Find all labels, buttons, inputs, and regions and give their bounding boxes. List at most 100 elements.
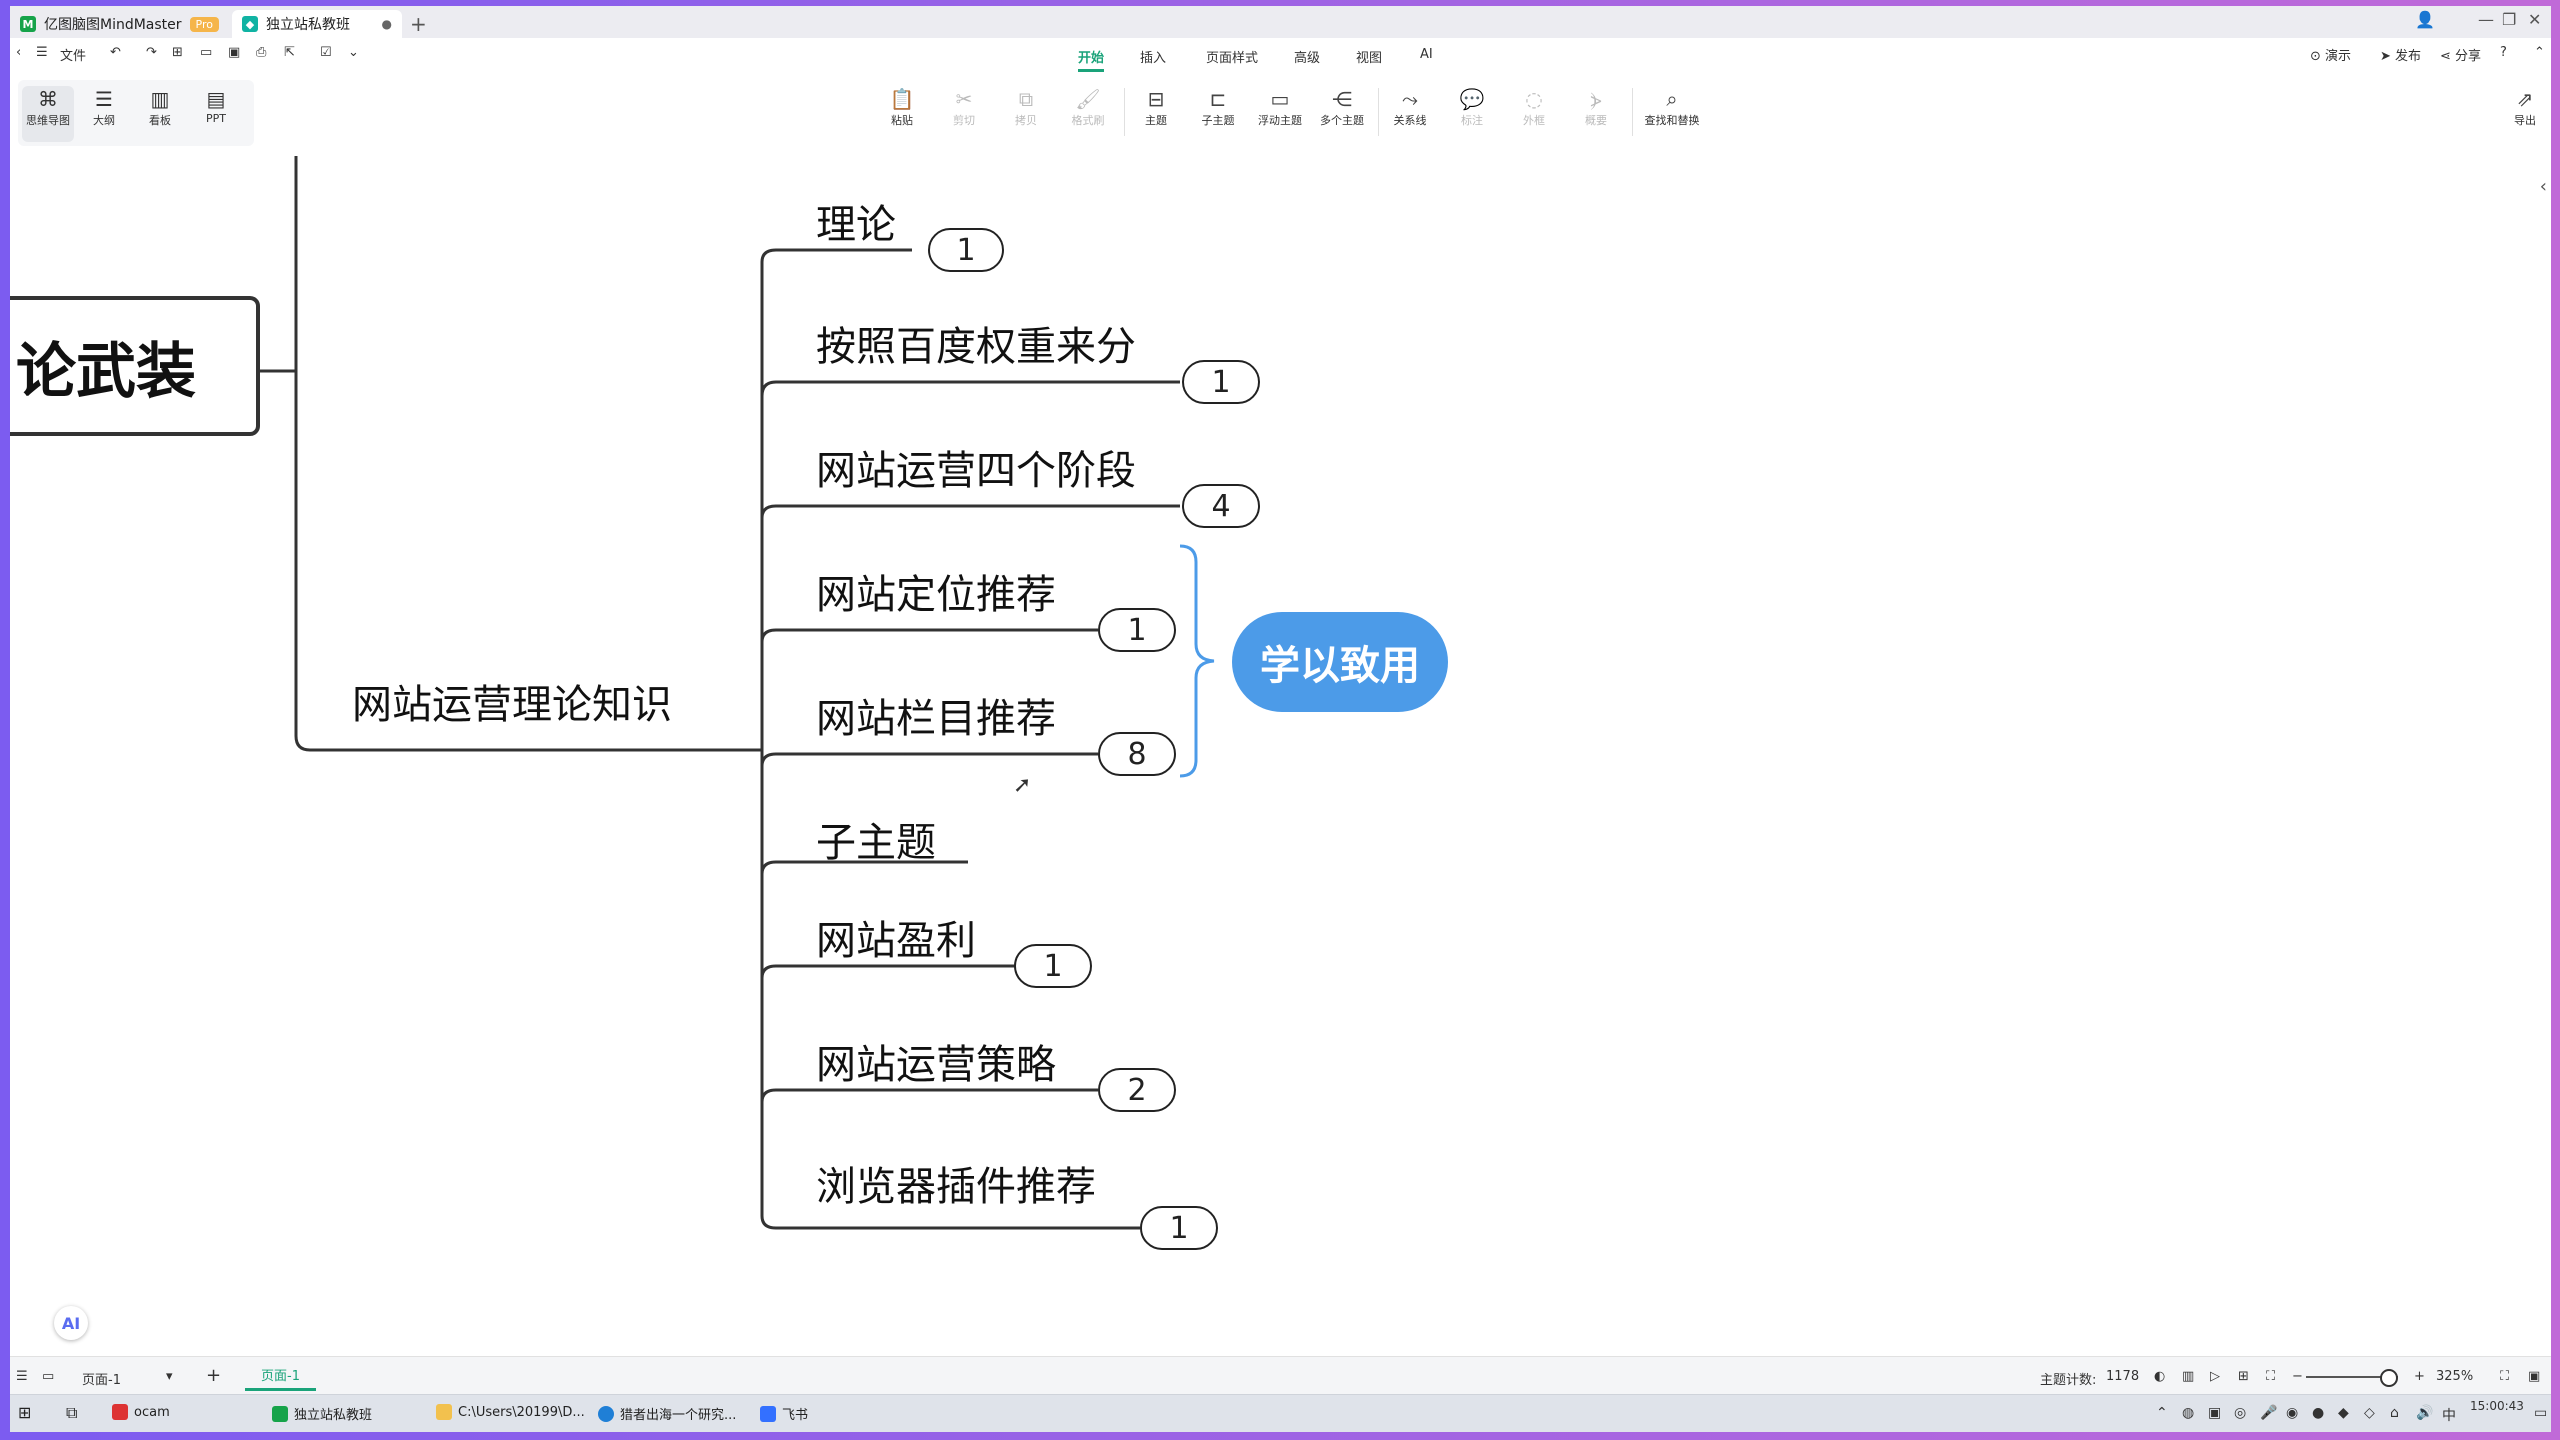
topic[interactable]: 网站定位推荐	[816, 562, 1056, 620]
central-topic[interactable]: 论武装	[10, 296, 260, 436]
topic[interactable]: 浏览器插件推荐	[816, 1154, 1096, 1212]
redo-icon[interactable]: ↷	[146, 45, 157, 60]
callout-button[interactable]: 💬 标注	[1440, 86, 1504, 128]
microphone-icon[interactable]: 🎤	[2260, 1405, 2277, 1421]
tab-document[interactable]: ◆ 独立站私教班 ●	[232, 10, 402, 38]
layout-icon[interactable]: ▥	[2182, 1369, 2194, 1384]
view-mindmap-button[interactable]: ⌘ 思维导图	[22, 86, 74, 142]
topic[interactable]: 网站运营四个阶段	[816, 438, 1136, 496]
language-icon[interactable]: 中	[2442, 1405, 2456, 1425]
page-tab[interactable]: 页面-1	[245, 1361, 316, 1391]
taskbar-item-ocam[interactable]: ocam	[112, 1404, 170, 1420]
minimize-button[interactable]: —	[2478, 10, 2494, 29]
collapsed-count-badge[interactable]: 1	[1182, 360, 1260, 404]
undo-icon[interactable]: ↶	[110, 45, 121, 60]
save-icon[interactable]: ▣	[228, 45, 240, 60]
unsaved-dot-icon[interactable]: ●	[382, 17, 392, 31]
paste-button[interactable]: 📋 粘贴	[870, 86, 934, 128]
taskbar-item-feishu[interactable]: 飞书	[760, 1404, 808, 1423]
zoom-level[interactable]: 325%	[2436, 1369, 2473, 1384]
page-panel-icon[interactable]: ▭	[42, 1369, 54, 1384]
open-folder-icon[interactable]: ▭	[200, 45, 212, 60]
present-button[interactable]: ⊙ 演示	[2310, 45, 2351, 64]
taskbar-item-browser[interactable]: 猎者出海一个研究...	[598, 1404, 736, 1423]
floating-topic-button[interactable]: ▭ 浮动主题	[1248, 86, 1312, 128]
print-icon[interactable]: ⎙	[256, 45, 266, 60]
new-file-icon[interactable]: ⊞	[172, 45, 183, 60]
summary-topic[interactable]: 学以致用	[1232, 612, 1448, 712]
cut-button[interactable]: ✂ 剪切	[932, 86, 996, 128]
fit-icon[interactable]: ⛶	[2266, 1369, 2275, 1384]
relationship-button[interactable]: ⤳ 关系线	[1378, 86, 1442, 128]
tray-app-icon[interactable]: ◎	[2234, 1405, 2246, 1421]
topic[interactable]: 网站栏目推荐	[816, 686, 1056, 744]
tray-app-icon[interactable]: ◉	[2286, 1405, 2298, 1421]
tray-app-icon[interactable]: ▣	[2208, 1405, 2221, 1421]
sidebar-toggle-icon[interactable]: ‹	[2540, 176, 2547, 197]
wechat-icon[interactable]: ●	[2312, 1405, 2324, 1421]
file-menu[interactable]: 文件	[60, 45, 86, 64]
subtopic-button[interactable]: ⊏ 子主题	[1186, 86, 1250, 128]
tab-view[interactable]: 视图	[1356, 47, 1382, 66]
tray-app-icon[interactable]: ◍	[2182, 1405, 2194, 1421]
tab-mindmaster-home[interactable]: M 亿图脑图MindMaster Pro	[10, 10, 230, 38]
export-button[interactable]: ⇗ 导出	[2500, 86, 2550, 128]
publish-button[interactable]: ➤ 发布	[2380, 45, 2421, 64]
find-replace-button[interactable]: ⌕ 查找和替换	[1640, 86, 1704, 128]
share-button[interactable]: ⋖ 分享	[2440, 45, 2481, 64]
collapsed-count-badge[interactable]: 4	[1182, 484, 1260, 528]
topic-button[interactable]: ⊟ 主题	[1124, 86, 1188, 128]
avatar[interactable]: 👤	[2415, 10, 2435, 29]
back-icon[interactable]: ‹	[16, 45, 21, 60]
collapsed-count-badge[interactable]: 1	[1098, 608, 1176, 652]
view-outline-button[interactable]: ☰ 大纲	[78, 86, 130, 142]
tab-insert[interactable]: 插入	[1140, 47, 1166, 66]
collapsed-count-badge[interactable]: 2	[1098, 1068, 1176, 1112]
collapsed-count-badge[interactable]: 1	[1014, 944, 1092, 988]
restore-button[interactable]: ❐	[2502, 10, 2516, 29]
export-file-icon[interactable]: ⇱	[284, 45, 295, 60]
volume-icon[interactable]: 🔊	[2416, 1405, 2433, 1421]
tray-app-icon[interactable]: ◆	[2338, 1405, 2349, 1421]
tab-start[interactable]: 开始	[1078, 47, 1105, 72]
collapse-ribbon-icon[interactable]: ⌃	[2534, 45, 2545, 60]
add-page-button[interactable]: +	[206, 1365, 221, 1386]
notification-icon[interactable]: ▭	[2534, 1405, 2547, 1421]
close-button[interactable]: ✕	[2528, 10, 2541, 29]
view-ppt-button[interactable]: ▤ PPT	[190, 86, 242, 142]
topic[interactable]: 理论	[816, 192, 896, 250]
collapsed-count-badge[interactable]: 8	[1098, 732, 1176, 776]
windows-start-icon[interactable]: ⊞	[18, 1403, 31, 1422]
network-icon[interactable]: ⌂	[2390, 1405, 2399, 1421]
play-icon[interactable]: ▷	[2210, 1369, 2220, 1384]
format-painter-button[interactable]: 🖌 格式刷	[1056, 86, 1120, 128]
panel-icon[interactable]: ▣	[2528, 1369, 2540, 1384]
chevron-down-icon[interactable]: ▾	[166, 1369, 173, 1384]
new-tab-button[interactable]: +	[410, 12, 427, 36]
tab-ai[interactable]: AI	[1420, 47, 1433, 62]
page-select[interactable]: 页面-1	[82, 1369, 121, 1388]
mindmap-canvas[interactable]: 论武装 网站运营理论知识 理论 1 按照百度权重来分 1 网站运营四个阶段 4 …	[10, 156, 2551, 1356]
collapsed-count-badge[interactable]: 1	[928, 228, 1004, 272]
tab-page-style[interactable]: 页面样式	[1206, 47, 1258, 66]
ai-assistant-icon[interactable]: AI	[54, 1306, 88, 1340]
tab-advanced[interactable]: 高级	[1294, 47, 1320, 66]
view-kanban-button[interactable]: ▥ 看板	[134, 86, 186, 142]
taskbar-item-explorer[interactable]: C:\Users\20199\D...	[436, 1404, 585, 1420]
theme-icon[interactable]: ◐	[2154, 1369, 2165, 1384]
tray-chevron-icon[interactable]: ⌃	[2156, 1405, 2168, 1421]
outline-toggle-icon[interactable]: ☰	[16, 1369, 28, 1384]
topic[interactable]: 网站运营策略	[816, 1032, 1056, 1090]
topic[interactable]: 网站盈利	[816, 908, 976, 966]
tray-app-icon[interactable]: ◇	[2364, 1405, 2375, 1421]
summary-button[interactable]: ⦔ 概要	[1564, 86, 1628, 128]
task-view-icon[interactable]: ⧉	[66, 1403, 77, 1423]
help-icon[interactable]: ?	[2500, 45, 2507, 60]
topic[interactable]: 子主题	[816, 810, 936, 868]
check-icon[interactable]: ☑	[320, 45, 332, 60]
zoom-slider-handle[interactable]	[2380, 1369, 2398, 1387]
zoom-out-button[interactable]: −	[2292, 1369, 2303, 1384]
clock[interactable]: 15:00:43	[2470, 1399, 2524, 1413]
grid-icon[interactable]: ⊞	[2238, 1369, 2249, 1384]
copy-button[interactable]: ⧉ 拷贝	[994, 86, 1058, 128]
